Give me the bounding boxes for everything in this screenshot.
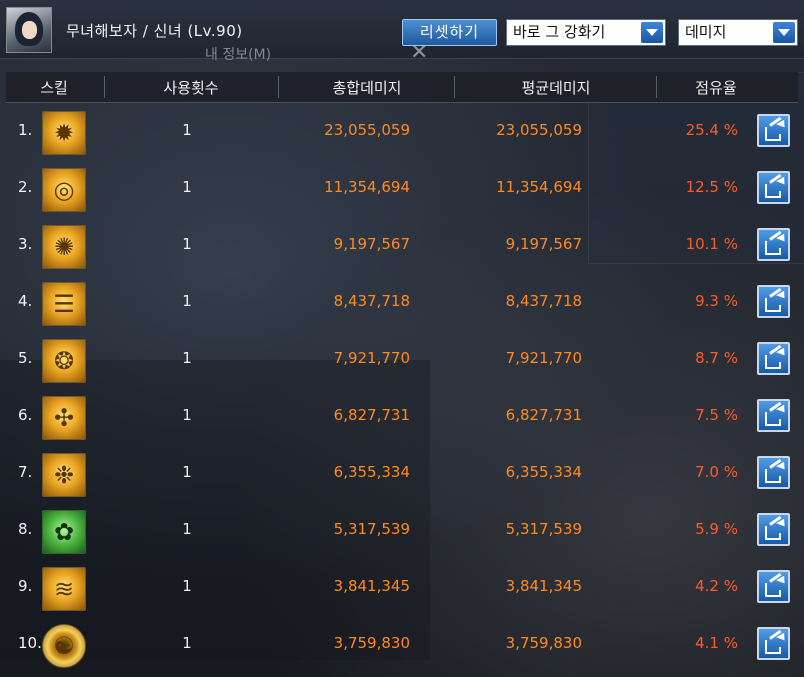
category-dropdown[interactable]: 바로 그 강화기	[506, 19, 666, 46]
row-rank: 10.	[18, 634, 42, 652]
character-title: 무녀해보자 / 신녀 (Lv.90)	[66, 22, 243, 40]
row-rank: 6.	[18, 406, 33, 424]
row-uses: 1	[182, 121, 192, 139]
row-uses: 1	[182, 577, 192, 595]
column-header-uses[interactable]: 사용횟수	[106, 77, 276, 98]
spirit-icon[interactable]: ✣	[42, 396, 86, 440]
row-total-damage: 6,827,731	[333, 406, 410, 424]
share-export-button[interactable]	[757, 114, 790, 147]
row-rank: 7.	[18, 463, 33, 481]
column-header-skill[interactable]: 스킬	[6, 77, 102, 98]
category-dropdown-value: 바로 그 강화기	[513, 23, 606, 41]
row-uses: 1	[182, 235, 192, 253]
row-share: 8.7 %	[695, 349, 738, 367]
row-total-damage: 6,355,334	[333, 463, 410, 481]
row-average-damage: 11,354,694	[496, 178, 582, 196]
share-export-button[interactable]	[757, 456, 790, 489]
share-export-button[interactable]	[757, 627, 790, 660]
row-total-damage: 9,197,567	[333, 235, 410, 253]
table-row[interactable]: 10. ☯ 1 3,759,830 3,759,830 4.1 %	[0, 618, 804, 675]
window-subtitle: 내 정보(M)	[205, 47, 272, 63]
row-share: 4.1 %	[695, 634, 738, 652]
table-row[interactable]: 9. ≋ 1 3,841,345 3,841,345 4.2 %	[0, 561, 804, 618]
row-uses: 1	[182, 406, 192, 424]
row-rank: 5.	[18, 349, 33, 367]
reset-button[interactable]: 리셋하기	[402, 19, 497, 46]
yin-yang-icon[interactable]: ☯	[42, 624, 86, 668]
row-share: 9.3 %	[695, 292, 738, 310]
row-uses: 1	[182, 634, 192, 652]
share-export-button[interactable]	[757, 513, 790, 546]
swirl-icon[interactable]: ❉	[42, 453, 86, 497]
row-total-damage: 8,437,718	[333, 292, 410, 310]
row-uses: 1	[182, 178, 192, 196]
row-total-damage: 3,759,830	[333, 634, 410, 652]
row-rank: 8.	[18, 520, 33, 538]
table-row[interactable]: 8. ✿ 1 5,317,539 5,317,539 5.9 %	[0, 504, 804, 561]
row-average-damage: 5,317,539	[505, 520, 582, 538]
burst-icon[interactable]: ✺	[42, 225, 86, 269]
column-header-average[interactable]: 평균데미지	[456, 77, 656, 98]
share-export-button[interactable]	[757, 570, 790, 603]
row-share: 10.1 %	[685, 235, 738, 253]
fire-lion-icon[interactable]: ✹	[42, 111, 86, 155]
row-uses: 1	[182, 349, 192, 367]
row-total-damage: 3,841,345	[333, 577, 410, 595]
row-average-damage: 6,355,334	[505, 463, 582, 481]
chevron-down-icon[interactable]	[773, 22, 795, 43]
chevron-down-icon[interactable]	[641, 22, 663, 43]
share-export-button[interactable]	[757, 228, 790, 261]
table-row[interactable]: 4. ☰ 1 8,437,718 8,437,718 9.3 %	[0, 276, 804, 333]
row-average-damage: 7,921,770	[505, 349, 582, 367]
character-avatar	[6, 7, 52, 53]
row-rank: 3.	[18, 235, 33, 253]
share-export-button[interactable]	[757, 171, 790, 204]
row-share: 4.2 %	[695, 577, 738, 595]
title-bar: 무녀해보자 / 신녀 (Lv.90) 내 정보(M) ✕ 리셋하기 바로 그 강…	[0, 0, 804, 65]
row-average-damage: 6,827,731	[505, 406, 582, 424]
green-beast-icon[interactable]: ✿	[42, 510, 86, 554]
table-row[interactable]: 3. ✺ 1 9,197,567 9,197,567 10.1 %	[0, 219, 804, 276]
row-uses: 1	[182, 520, 192, 538]
row-total-damage: 7,921,770	[333, 349, 410, 367]
table-row[interactable]: 7. ❉ 1 6,355,334 6,355,334 7.0 %	[0, 447, 804, 504]
row-share: 12.5 %	[685, 178, 738, 196]
row-share: 7.0 %	[695, 463, 738, 481]
row-total-damage: 5,317,539	[333, 520, 410, 538]
row-share: 25.4 %	[685, 121, 738, 139]
table-header: 스킬 사용횟수 총합데미지 평균데미지 점유율	[6, 72, 798, 103]
row-uses: 1	[182, 463, 192, 481]
row-rank: 4.	[18, 292, 33, 310]
table-row[interactable]: 2. ◎ 1 11,354,694 11,354,694 12.5 %	[0, 162, 804, 219]
scroll-icon[interactable]: ☰	[42, 282, 86, 326]
share-export-button[interactable]	[757, 285, 790, 318]
table-row[interactable]: 6. ✣ 1 6,827,731 6,827,731 7.5 %	[0, 390, 804, 447]
metric-dropdown-value: 데미지	[685, 23, 727, 41]
wind-icon[interactable]: ≋	[42, 567, 86, 611]
row-average-damage: 3,841,345	[505, 577, 582, 595]
row-total-damage: 23,055,059	[324, 121, 410, 139]
table-row[interactable]: 1. ✹ 1 23,055,059 23,055,059 25.4 %	[0, 105, 804, 162]
row-average-damage: 9,197,567	[505, 235, 582, 253]
row-average-damage: 23,055,059	[496, 121, 582, 139]
metric-dropdown[interactable]: 데미지	[678, 19, 798, 46]
column-header-share[interactable]: 점유율	[656, 77, 776, 98]
row-uses: 1	[182, 292, 192, 310]
share-export-button[interactable]	[757, 342, 790, 375]
row-average-damage: 8,437,718	[505, 292, 582, 310]
row-share: 5.9 %	[695, 520, 738, 538]
row-share: 7.5 %	[695, 406, 738, 424]
vortex-icon[interactable]: ◎	[42, 168, 86, 212]
column-header-total[interactable]: 총합데미지	[282, 77, 452, 98]
share-export-button[interactable]	[757, 399, 790, 432]
row-rank: 9.	[18, 577, 33, 595]
row-rank: 2.	[18, 178, 33, 196]
row-average-damage: 3,759,830	[505, 634, 582, 652]
dragon-icon[interactable]: ❂	[42, 339, 86, 383]
row-total-damage: 11,354,694	[324, 178, 410, 196]
table-row[interactable]: 5. ❂ 1 7,921,770 7,921,770 8.7 %	[0, 333, 804, 390]
row-rank: 1.	[18, 121, 33, 139]
